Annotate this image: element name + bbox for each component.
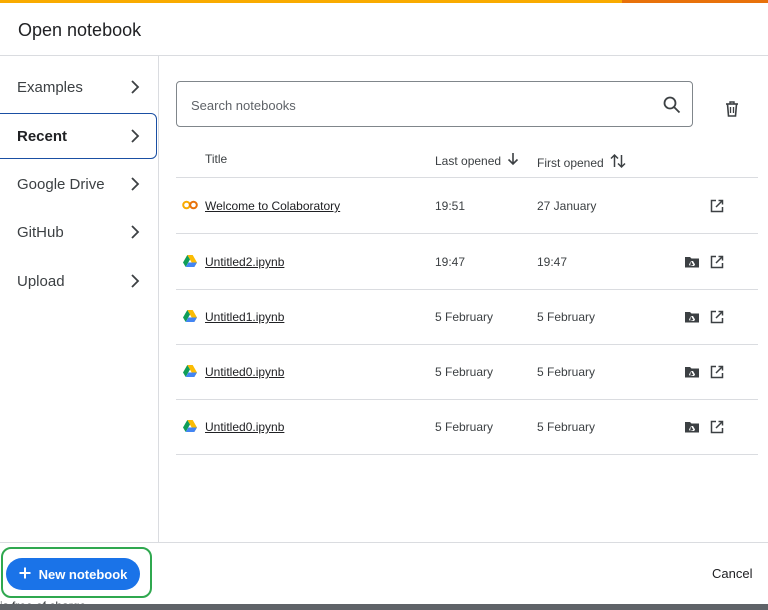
search-input[interactable]: [189, 94, 643, 116]
chevron-right-icon: [130, 79, 142, 95]
drive-folder-icon[interactable]: [684, 420, 700, 434]
open-in-new-tab-icon[interactable]: [709, 254, 725, 270]
google-drive-icon: [182, 419, 198, 433]
colab-icon: [182, 198, 198, 212]
sort-arrows-icon: [610, 152, 626, 173]
sidebar-item-github[interactable]: GitHub: [0, 209, 156, 255]
chevron-right-icon: [130, 128, 142, 144]
notebook-title-link[interactable]: Welcome to Colaboratory: [205, 199, 340, 213]
last-opened-value: 5 February: [435, 310, 494, 324]
chevron-right-icon: [130, 273, 142, 289]
sidebar-item-upload[interactable]: Upload: [0, 258, 156, 304]
sidebar-item-label: GitHub: [17, 223, 64, 241]
sidebar-item-label: Upload: [17, 272, 65, 290]
new-notebook-button[interactable]: New notebook: [6, 558, 140, 590]
first-opened-value: 27 January: [537, 199, 597, 213]
new-notebook-label: New notebook: [38, 566, 128, 582]
column-title-label: Title: [205, 152, 228, 166]
notebook-title-link[interactable]: Untitled0.ipynb: [205, 365, 284, 379]
column-last-opened-label: Last opened: [435, 153, 502, 168]
last-opened-value: 19:51: [435, 199, 466, 213]
first-opened-value: 5 February: [537, 365, 596, 379]
column-header-first-opened[interactable]: First opened: [537, 152, 626, 173]
first-opened-value: 19:47: [537, 255, 568, 269]
chevron-right-icon: [130, 224, 142, 240]
recent-notebooks-panel: Title Last opened First opened Welcome t…: [159, 56, 768, 542]
cancel-button[interactable]: Cancel: [712, 566, 752, 581]
table-row: Untitled0.ipynb 5 February 5 February: [176, 399, 758, 455]
drive-folder-icon[interactable]: [684, 365, 700, 379]
chevron-right-icon: [130, 176, 142, 192]
notebook-title-link[interactable]: Untitled1.ipynb: [205, 310, 284, 324]
notebook-title-link[interactable]: Untitled2.ipynb: [205, 255, 284, 269]
notebook-title-link[interactable]: Untitled0.ipynb: [205, 420, 284, 434]
table-row: Untitled1.ipynb 5 February 5 February: [176, 289, 758, 345]
sidebar: Examples Recent Google Drive GitHub Uplo…: [0, 56, 159, 542]
open-in-new-tab-icon[interactable]: [709, 364, 725, 380]
sidebar-item-google-drive[interactable]: Google Drive: [0, 161, 156, 207]
search-box[interactable]: [176, 81, 693, 127]
google-drive-icon: [182, 254, 198, 268]
footer-divider: [0, 542, 768, 543]
plus-icon: [19, 567, 31, 582]
column-header-last-opened[interactable]: Last opened: [435, 152, 519, 169]
dialog-title: Open notebook: [18, 20, 142, 40]
open-in-new-tab-icon[interactable]: [709, 309, 725, 325]
sidebar-item-label: Recent: [17, 127, 68, 145]
drive-folder-icon[interactable]: [684, 255, 700, 269]
last-opened-value: 5 February: [435, 420, 494, 434]
top-accent-bar: [0, 0, 768, 3]
sidebar-item-label: Google Drive: [17, 175, 105, 193]
google-drive-icon: [182, 309, 198, 323]
table-row: Untitled0.ipynb 5 February 5 February: [176, 344, 758, 400]
open-in-new-tab-icon[interactable]: [709, 198, 725, 214]
column-header-title: Title: [205, 152, 227, 166]
page-behind-dialog: [0, 604, 768, 610]
search-icon[interactable]: [662, 95, 682, 115]
google-drive-icon: [182, 364, 198, 378]
last-opened-value: 5 February: [435, 365, 494, 379]
first-opened-value: 5 February: [537, 420, 596, 434]
table-row: Untitled2.ipynb 19:47 19:47: [176, 234, 758, 290]
arrow-down-icon: [507, 152, 519, 169]
column-first-opened-label: First opened: [537, 155, 604, 170]
open-in-new-tab-icon[interactable]: [709, 419, 725, 435]
sidebar-item-examples[interactable]: Examples: [0, 64, 156, 110]
drive-folder-icon[interactable]: [684, 310, 700, 324]
sidebar-item-recent[interactable]: Recent: [0, 113, 157, 159]
sidebar-item-label: Examples: [17, 78, 83, 96]
first-opened-value: 5 February: [537, 310, 596, 324]
last-opened-value: 19:47: [435, 255, 466, 269]
trash-icon[interactable]: [722, 99, 742, 119]
table-row: Welcome to Colaboratory 19:51 27 January: [176, 178, 758, 234]
